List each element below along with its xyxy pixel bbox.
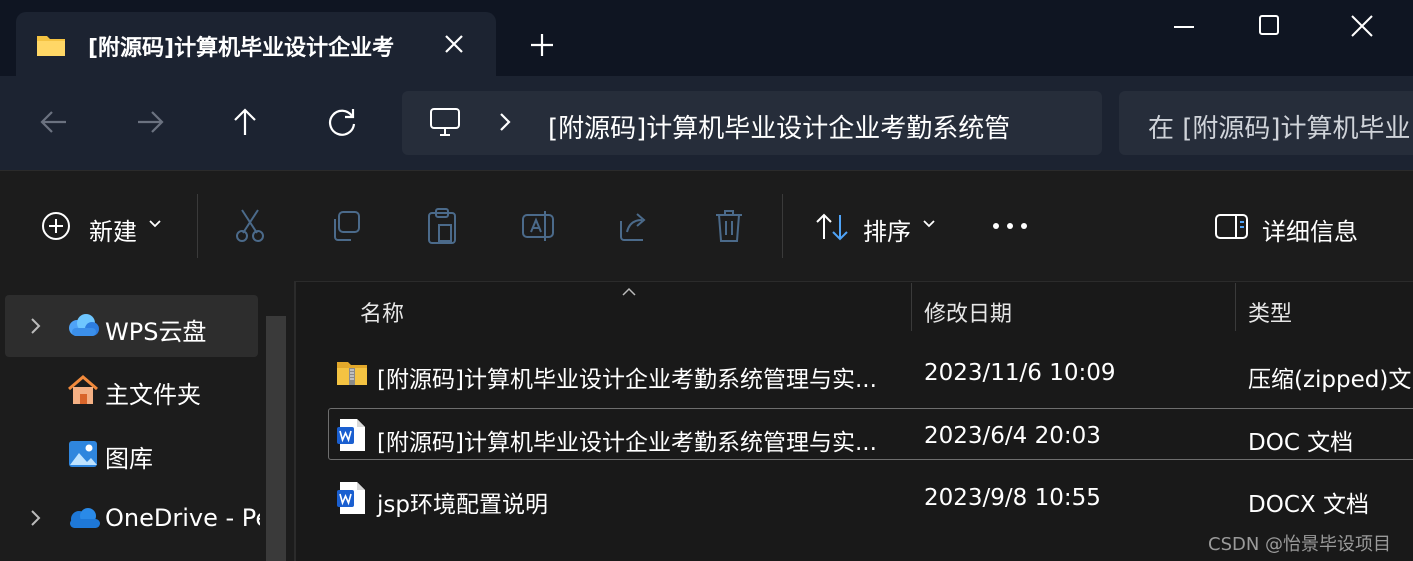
chevron-down-icon[interactable] xyxy=(146,215,164,237)
pane-splitter[interactable] xyxy=(294,281,296,561)
expand-chevron-icon[interactable] xyxy=(28,316,44,340)
sort-button[interactable]: 排序 xyxy=(863,212,911,247)
word-doc-icon xyxy=(337,481,367,519)
sidebar-item-home[interactable]: 主文件夹 xyxy=(105,375,201,410)
details-button[interactable]: 详细信息 xyxy=(1262,212,1358,247)
sidebar-scrollbar[interactable] xyxy=(266,316,286,561)
sidebar-item-wps-cloud[interactable]: WPS云盘 xyxy=(105,312,206,347)
forward-icon[interactable] xyxy=(130,102,170,142)
column-header-type[interactable]: 类型 xyxy=(1248,296,1292,328)
file-modified: 2023/11/6 10:09 xyxy=(924,360,1116,386)
gallery-icon xyxy=(67,438,99,474)
close-tab-icon[interactable] xyxy=(440,30,468,58)
this-pc-icon[interactable] xyxy=(428,105,462,143)
column-header-name[interactable]: 名称 xyxy=(360,296,404,328)
back-icon[interactable] xyxy=(34,102,74,142)
new-tab-icon[interactable] xyxy=(528,31,556,59)
file-type: DOCX 文档 xyxy=(1248,492,1369,518)
zip-folder-icon xyxy=(336,358,368,390)
word-doc-icon xyxy=(337,418,367,456)
toolbar-divider xyxy=(197,194,198,258)
address-path[interactable]: [附源码]计算机毕业设计企业考勤系统管 xyxy=(548,108,1048,145)
up-icon[interactable] xyxy=(225,102,265,142)
column-divider[interactable] xyxy=(911,283,912,331)
new-button[interactable]: 新建 xyxy=(89,212,137,247)
refresh-icon[interactable] xyxy=(322,102,362,142)
minimize-icon[interactable] xyxy=(1164,12,1204,42)
column-header-modified[interactable]: 修改日期 xyxy=(924,296,1012,328)
more-options-icon[interactable] xyxy=(990,218,1030,237)
command-bar xyxy=(0,170,1413,282)
sort-icon[interactable] xyxy=(815,212,851,246)
folder-icon xyxy=(36,33,66,61)
sidebar-item-gallery[interactable]: 图库 xyxy=(105,439,153,474)
file-name[interactable]: [附源码]计算机毕业设计企业考勤系统管理与实... xyxy=(377,360,877,394)
column-divider[interactable] xyxy=(1235,283,1236,331)
maximize-icon[interactable] xyxy=(1258,12,1282,38)
watermark-text: CSDN @怡景毕设项目 xyxy=(1208,534,1392,555)
file-name[interactable]: [附源码]计算机毕业设计企业考勤系统管理与实... xyxy=(377,423,877,457)
home-icon xyxy=(66,374,100,410)
close-window-icon[interactable] xyxy=(1348,12,1376,40)
file-name[interactable]: jsp环境配置说明 xyxy=(377,485,548,519)
file-modified: 2023/6/4 20:03 xyxy=(924,423,1101,449)
chevron-down-icon[interactable] xyxy=(920,215,938,237)
onedrive-icon xyxy=(66,506,102,534)
new-plus-icon[interactable] xyxy=(40,210,72,246)
sort-ascending-indicator-icon xyxy=(621,282,637,301)
file-modified: 2023/9/8 10:55 xyxy=(924,485,1101,511)
wps-cloud-icon xyxy=(66,312,100,344)
details-pane-icon[interactable] xyxy=(1214,212,1250,246)
file-type: 压缩(zipped)文 xyxy=(1248,367,1412,393)
tab-title: [附源码]计算机毕业设计企业考 xyxy=(88,36,395,61)
file-type: DOC 文档 xyxy=(1248,430,1354,456)
rename-icon[interactable] xyxy=(520,208,556,248)
expand-chevron-icon[interactable] xyxy=(28,508,44,532)
copy-icon[interactable] xyxy=(329,209,363,247)
share-icon[interactable] xyxy=(617,209,651,247)
sidebar-item-onedrive[interactable]: OneDrive - Pe xyxy=(105,504,260,532)
chevron-right-icon[interactable] xyxy=(495,106,515,142)
paste-icon[interactable] xyxy=(425,207,459,249)
cut-icon[interactable] xyxy=(233,207,267,247)
toolbar-divider xyxy=(782,194,783,258)
search-placeholder[interactable]: 在 [附源码]计算机毕业 xyxy=(1148,108,1411,145)
delete-icon[interactable] xyxy=(713,208,745,248)
